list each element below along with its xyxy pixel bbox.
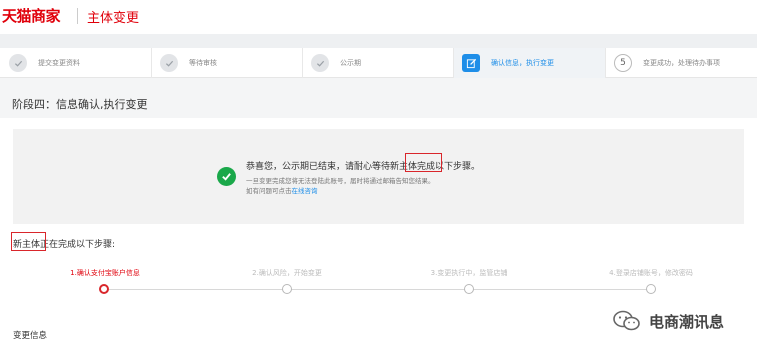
online-consult-link[interactable]: 在线咨询 xyxy=(292,187,318,195)
progress-node-current xyxy=(99,284,109,294)
step-number: 5 xyxy=(614,54,632,72)
progress-node xyxy=(282,284,292,294)
step-divider xyxy=(302,48,303,78)
step-submit-materials: 提交变更资料 xyxy=(9,48,80,78)
step-divider xyxy=(605,48,606,78)
top-header: 天猫商家 主体变更 xyxy=(0,0,757,34)
step-divider xyxy=(453,48,454,78)
progress-step-label: 1.确认支付宝账户信息 xyxy=(70,269,140,277)
step-label: 确认信息，执行变更 xyxy=(491,59,554,67)
notice-sub-text: 一旦变更完成您将无法登陆此账号，届时将通过邮箱告知您结果。 xyxy=(246,177,435,185)
progress-node xyxy=(646,284,656,294)
highlight-box xyxy=(11,232,46,251)
wechat-icon xyxy=(613,310,641,332)
progress-step-label: 4.登录店铺账号，修改密码 xyxy=(609,269,693,277)
notice-help-text: 如有问题可点击在线咨询 xyxy=(246,185,318,195)
step-label: 变更成功，处理待办事项 xyxy=(643,59,720,67)
progress-track xyxy=(104,289,652,290)
watermark: 电商潮讯息 xyxy=(613,310,724,332)
step-label: 等待审核 xyxy=(189,59,217,67)
header-gray-band xyxy=(0,34,757,48)
step-label: 公示期 xyxy=(340,59,361,67)
edit-icon xyxy=(462,54,480,72)
progress-step-label: 3.变更执行中，监管店铺 xyxy=(430,269,508,277)
header-divider xyxy=(77,8,78,24)
step-divider xyxy=(151,48,152,78)
check-icon xyxy=(311,54,329,72)
check-icon xyxy=(160,54,178,72)
progress-node xyxy=(464,284,474,294)
notice-help-prefix: 如有问题可点击 xyxy=(246,187,292,195)
progress-step-label: 2.确认风险，开始变更 xyxy=(252,269,322,277)
watermark-text: 电商潮讯息 xyxy=(649,312,725,331)
step-confirm-execute: 确认信息，执行变更 xyxy=(462,48,554,78)
phase-title: 阶段四：信息确认,执行变更 xyxy=(12,98,148,111)
highlight-box xyxy=(405,153,442,172)
tmall-merchant-logo[interactable]: 天猫商家 xyxy=(2,5,61,26)
change-info-heading: 变更信息 xyxy=(13,331,48,341)
success-check-icon xyxy=(217,167,236,186)
page-title: 主体变更 xyxy=(87,11,140,26)
notice-main-text: 恭喜您，公示期已结束，请耐心等待新主体完成以下步骤。 xyxy=(246,162,481,172)
step-change-success: 5 变更成功，处理待办事项 xyxy=(614,48,720,78)
step-label: 提交变更资料 xyxy=(38,59,80,67)
check-icon xyxy=(9,54,27,72)
main-stepper: 提交变更资料 等待审核 公示期 确认信息，执行变更 5 变更成功，处理待办事项 xyxy=(0,48,757,78)
step-await-review: 等待审核 xyxy=(160,48,217,78)
step-public-notice: 公示期 xyxy=(311,48,361,78)
